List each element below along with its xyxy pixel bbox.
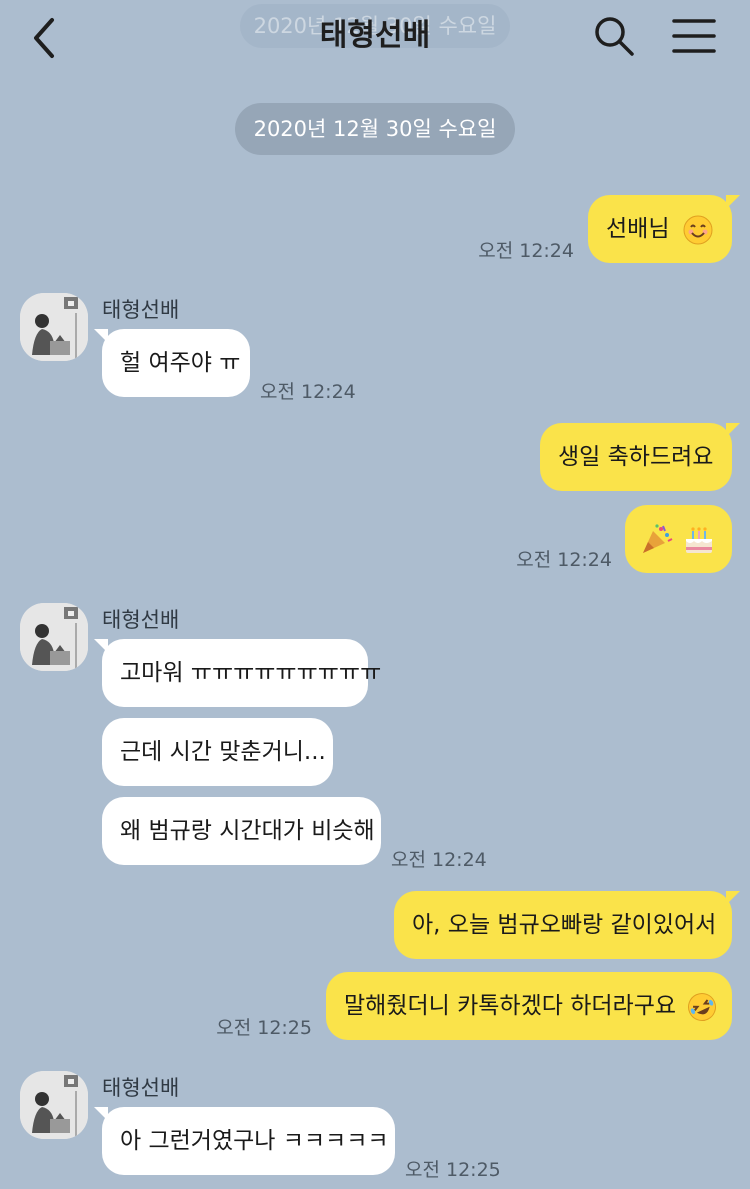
message-text: 생일 축하드려요 bbox=[558, 444, 714, 470]
search-icon bbox=[595, 17, 634, 56]
floating-date-indicator: 2020년 12월 30일 수요일 bbox=[240, 4, 510, 48]
sender-name: 태형선배 bbox=[102, 298, 180, 322]
my-message-bubble[interactable]: 말해줬더니 카톡하겠다 하더라구요 bbox=[326, 972, 732, 1040]
message-text: 말해줬더니 카톡하겠다 하더라구요 bbox=[344, 993, 677, 1019]
chevron-left-icon bbox=[34, 18, 54, 58]
avatar[interactable] bbox=[20, 603, 88, 671]
avatar[interactable] bbox=[20, 1071, 88, 1139]
my-message-bubble[interactable]: 선배님 bbox=[588, 195, 740, 263]
message-time: 오전 12:24 bbox=[478, 240, 574, 262]
my-message-bubble[interactable]: 아, 오늘 범규오빠랑 같이있어서 bbox=[394, 891, 740, 959]
message-text: 헐 여주야 ㅠ bbox=[120, 350, 241, 376]
their-message-bubble[interactable]: 왜 범규랑 시간대가 비슷해 bbox=[102, 797, 381, 865]
avatar[interactable] bbox=[20, 293, 88, 361]
date-divider: 2020년 12월 30일 수요일 bbox=[235, 103, 515, 155]
message-text: 아, 오늘 범규오빠랑 같이있어서 bbox=[412, 912, 717, 938]
rofl-face-emoji bbox=[688, 992, 717, 1021]
profile-photo bbox=[20, 1071, 88, 1139]
profile-photo bbox=[20, 293, 88, 361]
hamburger-menu-icon bbox=[672, 19, 716, 53]
their-message-bubble[interactable]: 고마워 ㅠㅠㅠㅠㅠㅠㅠㅠㅠ bbox=[94, 639, 381, 707]
chat-header: 2020년 12월 30일 수요일 태형선배 bbox=[0, 0, 750, 80]
back-button[interactable] bbox=[26, 14, 66, 62]
message-time: 오전 12:24 bbox=[516, 549, 612, 571]
party-popper-emoji bbox=[643, 523, 673, 553]
sender-name: 태형선배 bbox=[102, 1076, 180, 1100]
message-time: 오전 12:25 bbox=[405, 1159, 501, 1181]
birthday-cake-emoji bbox=[686, 526, 713, 553]
message-time: 오전 12:25 bbox=[216, 1017, 312, 1039]
message-text: 선배님 bbox=[606, 216, 670, 242]
message-time: 오전 12:24 bbox=[391, 849, 487, 871]
menu-button[interactable] bbox=[670, 14, 718, 58]
search-button[interactable] bbox=[592, 14, 636, 58]
sender-name: 태형선배 bbox=[102, 608, 180, 632]
profile-photo bbox=[20, 603, 88, 671]
message-text: 왜 범규랑 시간대가 비슷해 bbox=[120, 818, 375, 844]
message-time: 오전 12:24 bbox=[260, 381, 356, 403]
smiling-face-emoji bbox=[683, 215, 713, 244]
my-emoji-bubble[interactable] bbox=[625, 505, 732, 573]
their-message-bubble[interactable]: 헐 여주야 ㅠ bbox=[94, 329, 250, 397]
my-message-bubble[interactable]: 생일 축하드려요 bbox=[540, 423, 740, 491]
message-text: 근데 시간 맞춘거니... bbox=[120, 739, 326, 765]
their-message-bubble[interactable]: 근데 시간 맞춘거니... bbox=[102, 718, 333, 786]
message-text: 아 그런거였구나 ㅋㅋㅋㅋㅋ bbox=[120, 1128, 389, 1154]
message-text: 고마워 ㅠㅠㅠㅠㅠㅠㅠㅠㅠ bbox=[120, 660, 382, 686]
their-message-bubble[interactable]: 아 그런거였구나 ㅋㅋㅋㅋㅋ bbox=[94, 1107, 395, 1175]
